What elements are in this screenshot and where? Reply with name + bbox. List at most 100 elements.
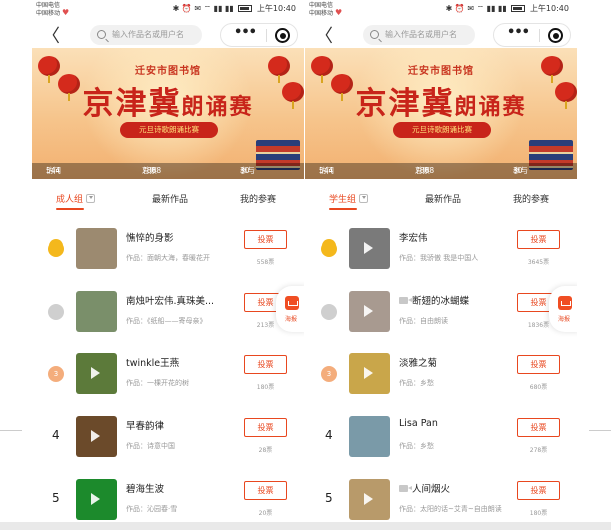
divider-right-edge <box>589 430 611 431</box>
vote-button[interactable]: 投票 <box>244 481 287 500</box>
list-item[interactable]: 憔悴的身影 作品：面朝大海，春暖花开 投票 558票 <box>32 220 304 278</box>
list-item[interactable]: 南烛叶宏伟.真珠美... 作品：《纸船——寄母亲》 投票 213票 <box>32 283 304 341</box>
tab-bar: 学生组 最新作品 我的参赛 <box>305 185 577 213</box>
status-icons: ✱ ⏰ ✉ ⌔ ▮▮ ▮▮ <box>445 4 507 13</box>
bottom-edge <box>0 522 611 530</box>
banner-subtitle: 元旦诗歌朗诵比赛 <box>393 122 491 138</box>
search-input[interactable]: 输入作品名或用户名 <box>90 25 202 45</box>
poster-icon <box>285 296 299 310</box>
vote-count: 180票 <box>256 384 275 391</box>
vote-button[interactable]: 投票 <box>517 355 560 374</box>
entry-work: 作品：沁园春·雪 <box>126 505 178 513</box>
entry-thumbnail[interactable] <box>76 291 117 332</box>
entry-thumbnail[interactable] <box>349 416 390 457</box>
gold-medal-icon <box>48 241 64 257</box>
list-item[interactable]: 3 twinkle王燕 作品：一棵开花的树 投票 180票 <box>32 345 304 403</box>
close-target-icon[interactable] <box>548 28 563 43</box>
entry-title[interactable]: 早春韵律 <box>126 418 244 432</box>
library-name: 迁安市图书馆 <box>135 66 201 77</box>
search-placeholder: 输入作品名或用户名 <box>385 30 457 39</box>
entry-title[interactable]: twinkle王燕 <box>126 355 244 369</box>
phone-screen-adult: 中国电信 中国移动 ♥ ✱ ⏰ ✉ ⌔ ▮▮ ▮▮ 上午10:40 〈 输入作品… <box>32 0 304 530</box>
list-item[interactable]: 李宏伟 作品：我骄傲 我是中国人 投票 3645票 <box>305 220 577 278</box>
play-icon <box>91 367 100 379</box>
more-icon[interactable]: ••• <box>231 25 259 40</box>
back-icon[interactable]: 〈 <box>42 22 60 48</box>
vote-count: 180票 <box>529 510 548 517</box>
entry-work: 作品：一棵开花的树 <box>126 379 189 387</box>
vote-button[interactable]: 投票 <box>244 355 287 374</box>
entry-work: 作品：我骄傲 我是中国人 <box>399 254 479 262</box>
tab-student-group[interactable]: 学生组 <box>329 192 369 210</box>
battery-icon <box>511 5 526 12</box>
entry-title[interactable]: 人间烟火 <box>399 481 517 495</box>
entry-thumbnail[interactable] <box>76 479 117 520</box>
list-item[interactable]: 4 早春韵律 作品：诗意中国 投票 28票 <box>32 408 304 466</box>
play-icon <box>364 242 373 254</box>
entry-thumbnail[interactable] <box>349 291 390 332</box>
entry-title[interactable]: 南烛叶宏伟.真珠美... <box>126 293 244 307</box>
list-item[interactable]: 4 Lisa Pan 作品：乡愁 投票 278票 <box>305 408 577 466</box>
list-item[interactable]: 断翅的冰蝴蝶 作品：自由朗读 投票 1836票 <box>305 283 577 341</box>
capsule-divider <box>266 29 267 42</box>
list-item[interactable]: 5 人间烟火 作品：太阳的话~艾青~自由朗读 投票 180票 <box>305 471 577 529</box>
battery-icon <box>238 5 253 12</box>
entry-thumbnail[interactable] <box>76 353 117 394</box>
silver-medal-icon <box>48 304 64 320</box>
vote-button[interactable]: 投票 <box>517 481 560 500</box>
entry-thumbnail[interactable] <box>349 228 390 269</box>
phone-screen-student: 中国电信 中国移动 ♥ ✱ ⏰ ✉ ⌔ ▮▮ ▮▮ 上午10:40 〈 输入作品… <box>305 0 577 530</box>
heart-icon: ♥ <box>334 8 343 17</box>
event-banner: 迁安市图书馆 京津冀朗诵赛 元旦诗歌朗诵比赛 访问量：544 总票数：7868 … <box>305 48 577 179</box>
entry-thumbnail[interactable] <box>349 353 390 394</box>
back-icon[interactable]: 〈 <box>315 22 333 48</box>
rank-number: 5 <box>325 491 333 505</box>
chevron-down-icon <box>359 194 369 203</box>
vote-count: 558票 <box>256 259 275 266</box>
tab-underline <box>56 208 84 210</box>
close-target-icon[interactable] <box>275 28 290 43</box>
play-icon <box>364 367 373 379</box>
poster-button[interactable]: 海报 <box>549 286 577 332</box>
poster-button[interactable]: 海报 <box>276 286 304 332</box>
poster-label: 海报 <box>557 316 570 323</box>
entry-title[interactable]: 憔悴的身影 <box>126 230 244 244</box>
entry-thumbnail[interactable] <box>76 228 117 269</box>
tab-latest[interactable]: 最新作品 <box>425 192 461 205</box>
entry-title[interactable]: 断翅的冰蝴蝶 <box>399 293 517 307</box>
tab-underline <box>329 208 357 210</box>
event-banner: 迁安市图书馆 京津冀朗诵赛 元旦诗歌朗诵比赛 访问量：544 总票数：7868 … <box>32 48 304 179</box>
heart-icon: ♥ <box>61 8 70 17</box>
carrier-info: 中国电信 中国移动 ♥ <box>309 2 342 17</box>
entry-title[interactable]: 淡雅之菊 <box>399 355 517 369</box>
carrier-info: 中国电信 中国移动 ♥ <box>36 2 69 17</box>
vote-count: 28票 <box>258 447 273 454</box>
tab-my-entries[interactable]: 我的参赛 <box>240 192 276 205</box>
vote-button[interactable]: 投票 <box>517 418 560 437</box>
play-icon <box>364 493 373 505</box>
capsule-divider <box>539 29 540 42</box>
entry-thumbnail[interactable] <box>349 479 390 520</box>
tab-latest[interactable]: 最新作品 <box>152 192 188 205</box>
carrier-bottom: 中国移动 ♥ <box>309 8 343 18</box>
vote-button[interactable]: 投票 <box>244 230 287 249</box>
vote-button[interactable]: 投票 <box>244 418 287 437</box>
search-input[interactable]: 输入作品名或用户名 <box>363 25 475 45</box>
status-bar: 中国电信 中国移动 ♥ ✱ ⏰ ✉ ⌔ ▮▮ ▮▮ 上午10:40 <box>32 0 304 18</box>
more-icon[interactable]: ••• <box>504 25 532 40</box>
search-icon <box>370 30 379 39</box>
tab-adult-group[interactable]: 成人组 <box>56 192 96 210</box>
tab-bar: 成人组 最新作品 我的参赛 <box>32 185 304 213</box>
entry-title[interactable]: Lisa Pan <box>399 418 517 429</box>
tab-my-entries[interactable]: 我的参赛 <box>513 192 549 205</box>
banner-title: 京津冀朗诵赛 <box>355 86 527 122</box>
entry-title[interactable]: 李宏伟 <box>399 230 517 244</box>
list-item[interactable]: 5 碧海生波 作品：沁园春·雪 投票 20票 <box>32 471 304 529</box>
search-icon <box>97 30 106 39</box>
vote-button[interactable]: 投票 <box>517 230 560 249</box>
play-icon <box>364 305 373 317</box>
entry-thumbnail[interactable] <box>76 416 117 457</box>
list-item[interactable]: 3 淡雅之菊 作品：乡愁 投票 680票 <box>305 345 577 403</box>
gold-medal-icon <box>321 241 337 257</box>
entry-title[interactable]: 碧海生波 <box>126 481 244 495</box>
